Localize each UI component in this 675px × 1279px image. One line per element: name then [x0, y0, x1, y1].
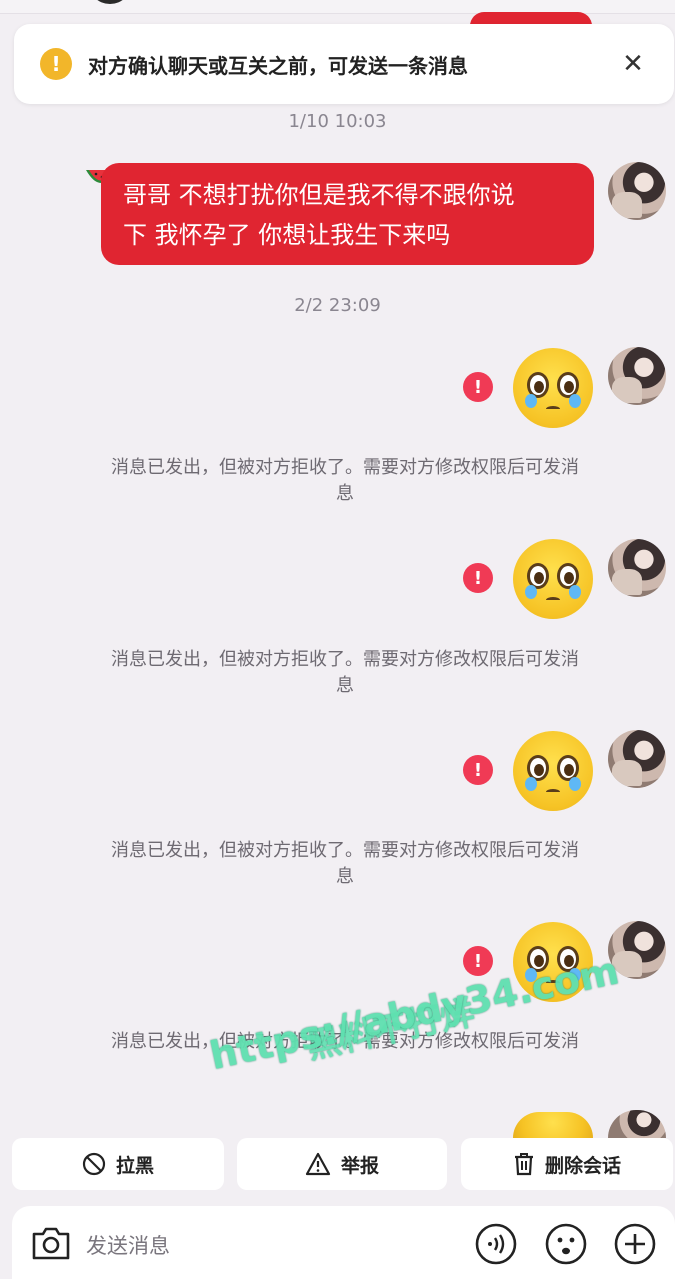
timestamp: 1/10 10:03 [288, 111, 387, 132]
trash-icon [513, 1152, 535, 1176]
send-failed-icon[interactable]: ! [463, 755, 493, 785]
notice-banner: ! 对方确认聊天或互关之前，可发送一条消息 ✕ [14, 24, 674, 104]
message-line: 下 我怀孕了 你想让我生下来吗 [123, 221, 451, 249]
rejected-notice: 消息已发出，但被对方拒收了。需要对方修改权限后可发消 息 [80, 455, 610, 507]
pleading-face-emoji[interactable] [513, 731, 593, 811]
avatar-peek [88, 0, 132, 4]
report-icon [305, 1152, 331, 1176]
rejected-line: 消息已发出，但被对方拒收了。需要对方修改权限后可发消 [111, 649, 579, 670]
avatar[interactable] [608, 347, 666, 405]
block-button[interactable]: 拉黑 [12, 1138, 224, 1190]
rejected-notice: 消息已发出，但被对方拒收了。需要对方修改权限后可发消 息 [80, 838, 610, 890]
pleading-face-emoji[interactable] [513, 539, 593, 619]
avatar[interactable] [608, 1110, 666, 1138]
delete-chat-button[interactable]: 删除会话 [461, 1138, 673, 1190]
watermark-url: https://abdy34.com [206, 948, 623, 1079]
voice-icon[interactable] [474, 1222, 518, 1270]
avatar[interactable] [608, 162, 666, 220]
notice-text: 对方确认聊天或互关之前，可发送一条消息 [88, 53, 468, 78]
pleading-face-emoji[interactable] [513, 348, 593, 428]
message-input-bar: 发送消息 [12, 1206, 675, 1279]
message-input[interactable]: 发送消息 [86, 1230, 170, 1260]
close-icon[interactable]: ✕ [618, 49, 648, 79]
warning-icon: ! [40, 48, 72, 80]
camera-icon[interactable] [30, 1224, 72, 1266]
message-line: 哥哥 不想打扰你但是我不得不跟你说 [123, 181, 515, 209]
block-label: 拉黑 [115, 1154, 154, 1177]
rejected-line: 息 [336, 483, 354, 504]
block-icon [82, 1152, 106, 1176]
previous-message-strip [0, 0, 675, 26]
send-failed-icon[interactable]: ! [463, 946, 493, 976]
report-button[interactable]: 举报 [237, 1138, 447, 1190]
emoji-icon[interactable] [544, 1222, 588, 1270]
send-failed-icon[interactable]: ! [463, 563, 493, 593]
rejected-line: 消息已发出，但被对方拒收了。需要对方修改权限后可发消 [111, 457, 579, 478]
rejected-line: 息 [336, 866, 354, 887]
rejected-line: 息 [336, 675, 354, 696]
pleading-face-emoji[interactable] [513, 1112, 593, 1138]
avatar[interactable] [608, 539, 666, 597]
avatar[interactable] [608, 730, 666, 788]
timestamp: 2/2 23:09 [294, 295, 381, 316]
send-failed-icon[interactable]: ! [463, 372, 493, 402]
message-bubble[interactable]: 哥哥 不想打扰你但是我不得不跟你说 下 我怀孕了 你想让我生下来吗 [101, 163, 594, 265]
rejected-line: 消息已发出，但被对方拒收了。需要对方修改权限后可发消 [111, 840, 579, 861]
report-label: 举报 [340, 1154, 379, 1177]
delete-label: 删除会话 [544, 1154, 621, 1177]
plus-icon[interactable] [613, 1222, 657, 1270]
rejected-notice: 消息已发出，但被对方拒收了。需要对方修改权限后可发消 息 [80, 647, 610, 699]
action-bar: 拉黑 举报 删除会话 [0, 1138, 675, 1198]
